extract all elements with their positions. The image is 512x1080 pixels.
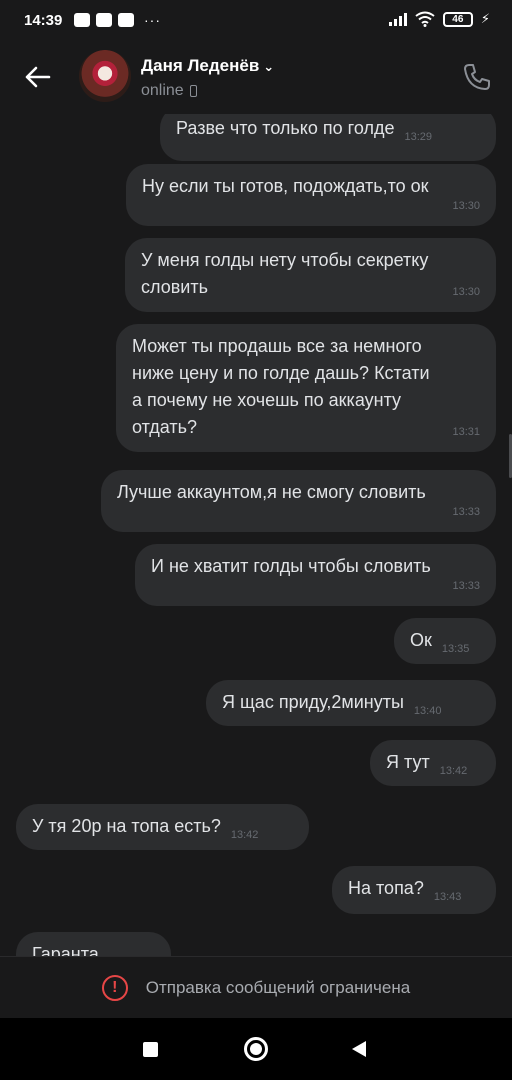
message-bubble-outgoing[interactable]: Я тут 13:42 — [370, 740, 496, 786]
message-text: У меня голды нету чтобы секретку словить — [141, 250, 429, 297]
message-time: 13:35 — [441, 643, 470, 655]
system-nav-bar — [0, 1018, 512, 1080]
message-bubble-outgoing[interactable]: Может ты продашь все за немного ниже цен… — [116, 324, 496, 452]
message-time: 13:33 — [452, 506, 480, 518]
signal-icon — [388, 12, 407, 26]
back-button[interactable] — [20, 60, 54, 94]
message-time: 13:42 — [230, 829, 259, 841]
message-list[interactable]: Разве что только по голде 13:29 Ну если т… — [0, 114, 512, 956]
call-button[interactable] — [460, 60, 494, 94]
message-bubble-outgoing[interactable]: Ну если ты готов, подождать,то ок 13:30 — [126, 164, 496, 226]
message-text: Я тут — [386, 752, 430, 772]
more-notifications-icon: ··· — [144, 12, 161, 28]
message-text: Я щас приду,2минуты — [222, 692, 404, 712]
message-text: И не хватит голды чтобы словить — [151, 556, 431, 576]
wifi-icon — [415, 11, 435, 27]
charging-icon: ⚡ — [480, 11, 490, 26]
chevron-down-icon: ⌄ — [263, 59, 275, 74]
message-bubble-outgoing[interactable]: Я щас приду,2минуты 13:40 — [206, 680, 496, 726]
contact-status: online — [141, 82, 197, 100]
chat-header: Даня Леденёв ⌄ online — [0, 40, 512, 114]
message-text: Разве что только по голде — [176, 118, 395, 138]
message-text: У тя 20р на топа есть? — [32, 816, 221, 836]
message-time: 13:43 — [433, 891, 462, 903]
back-triangle-icon[interactable] — [352, 1041, 366, 1057]
online-status: online — [141, 82, 184, 99]
message-bubble-outgoing[interactable]: Ок 13:35 — [394, 618, 496, 664]
message-text: Ок — [410, 630, 432, 650]
home-icon[interactable] — [244, 1037, 268, 1061]
youtube-icon — [96, 13, 112, 27]
restricted-banner: ! Отправка сообщений ограничена — [0, 956, 512, 1018]
message-bubble-outgoing[interactable]: Разве что только по голде 13:29 — [160, 114, 496, 161]
status-bar: 14:39 ··· 46 ⚡ — [0, 0, 512, 40]
message-time: 13:30 — [452, 200, 480, 212]
message-bubble-incoming[interactable]: У тя 20р на топа есть? 13:42 — [16, 804, 309, 850]
message-text: Лучше аккаунтом,я не смогу словить — [117, 482, 426, 502]
notification-icons: ··· — [74, 12, 161, 28]
message-text: Может ты продашь все за немного ниже цен… — [132, 336, 430, 437]
message-text: Ну если ты готов, подождать,то ок — [142, 176, 429, 196]
phone-icon — [464, 64, 490, 90]
battery-icon: 46 — [442, 11, 473, 27]
message-time: 13:40 — [413, 705, 442, 717]
message-bubble-outgoing[interactable]: У меня голды нету чтобы секретку словить… — [125, 238, 496, 312]
message-bubble-incoming[interactable]: Гаранта — [16, 932, 171, 956]
status-time: 14:39 — [24, 12, 63, 29]
message-time: 13:33 — [452, 580, 480, 592]
message-bubble-outgoing[interactable]: На топа? 13:43 — [332, 866, 496, 914]
exclamation-circle-icon: ! — [101, 974, 128, 1001]
upload-icon — [74, 13, 90, 27]
recent-apps-icon[interactable] — [143, 1042, 158, 1057]
battery-level: 46 — [452, 13, 464, 25]
arrow-left-icon — [25, 66, 51, 88]
message-time: 13:30 — [452, 286, 480, 298]
youtube-icon-2 — [118, 13, 134, 27]
message-time: 13:29 — [404, 131, 432, 143]
message-text: Гаранта — [32, 944, 99, 956]
message-time: 13:42 — [439, 765, 468, 777]
mobile-icon — [189, 85, 197, 97]
message-bubble-outgoing[interactable]: Лучше аккаунтом,я не смогу словить 13:33 — [101, 470, 496, 532]
avatar[interactable] — [79, 50, 131, 102]
message-text: На топа? — [348, 878, 424, 898]
message-bubble-outgoing[interactable]: И не хватит голды чтобы словить 13:33 — [135, 544, 496, 606]
contact-name-row[interactable]: Даня Леденёв ⌄ — [141, 56, 274, 76]
restricted-text: Отправка сообщений ограничена — [145, 977, 411, 997]
message-time: 13:31 — [452, 426, 480, 438]
contact-name: Даня Леденёв — [141, 56, 260, 75]
